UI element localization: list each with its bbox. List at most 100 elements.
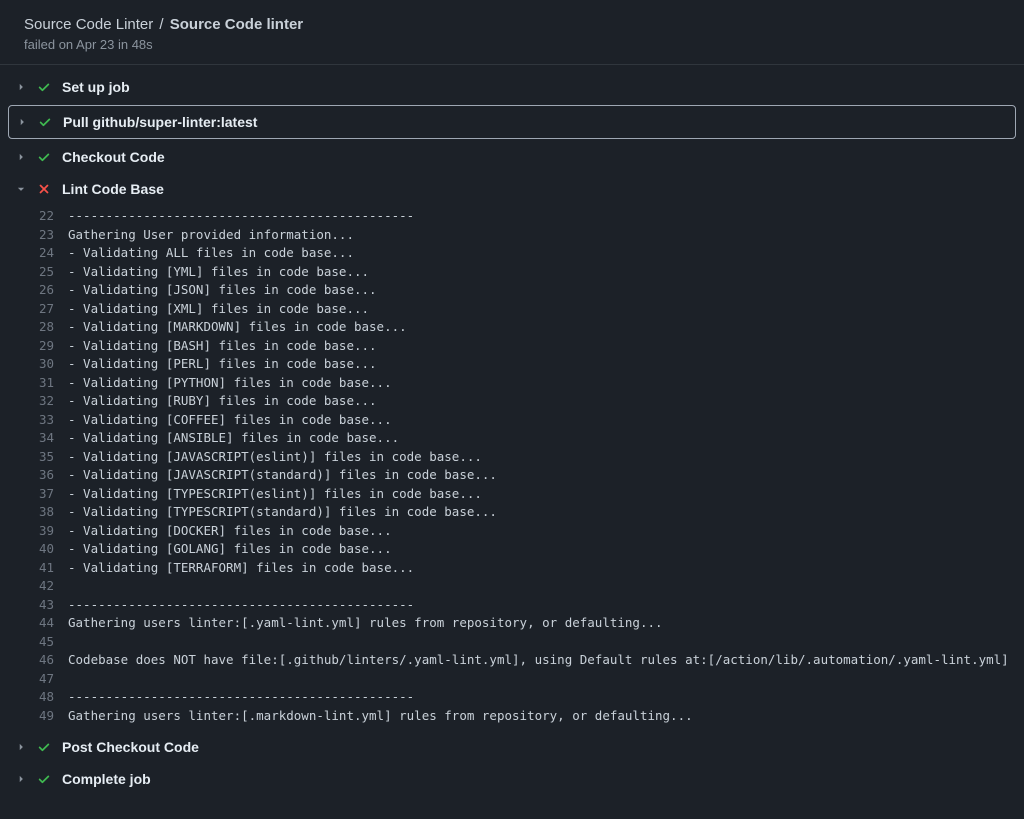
line-number: 32 [38, 392, 68, 411]
log-line[interactable]: 43--------------------------------------… [0, 596, 1024, 615]
x-icon [36, 181, 52, 197]
log-line[interactable]: 41- Validating [TERRAFORM] files in code… [0, 559, 1024, 578]
check-icon [36, 739, 52, 755]
log-line[interactable]: 47 [0, 670, 1024, 689]
log-line[interactable]: 39- Validating [DOCKER] files in code ba… [0, 522, 1024, 541]
step-row[interactable]: Complete job [0, 763, 1024, 795]
step-label: Pull github/super-linter:latest [63, 114, 1007, 130]
line-text: Gathering users linter:[.yaml-lint.yml] … [68, 614, 663, 633]
log-line[interactable]: 45 [0, 633, 1024, 652]
breadcrumb-parent[interactable]: Source Code Linter [24, 16, 153, 33]
log-line[interactable]: 34- Validating [ANSIBLE] files in code b… [0, 429, 1024, 448]
log-line[interactable]: 23Gathering User provided information... [0, 226, 1024, 245]
line-text: - Validating [ANSIBLE] files in code bas… [68, 429, 399, 448]
step-row[interactable]: Set up job [0, 71, 1024, 103]
line-text: - Validating [JSON] files in code base..… [68, 281, 377, 300]
step-label: Lint Code Base [62, 181, 1014, 197]
log-line[interactable]: 32- Validating [RUBY] files in code base… [0, 392, 1024, 411]
line-number: 47 [38, 670, 68, 689]
chevron-right-icon [16, 774, 26, 784]
log-line[interactable]: 36- Validating [JAVASCRIPT(standard)] fi… [0, 466, 1024, 485]
line-number: 41 [38, 559, 68, 578]
check-icon [36, 79, 52, 95]
line-text: - Validating [TYPESCRIPT(standard)] file… [68, 503, 497, 522]
line-number: 42 [38, 577, 68, 596]
step-row[interactable]: Pull github/super-linter:latest [8, 105, 1016, 139]
log-line[interactable]: 25- Validating [YML] files in code base.… [0, 263, 1024, 282]
log-line[interactable]: 48--------------------------------------… [0, 688, 1024, 707]
breadcrumb: Source Code Linter / Source Code linter [24, 16, 1000, 33]
line-number: 35 [38, 448, 68, 467]
log-line[interactable]: 22--------------------------------------… [0, 207, 1024, 226]
log-line[interactable]: 35- Validating [JAVASCRIPT(eslint)] file… [0, 448, 1024, 467]
breadcrumb-title: Source Code linter [170, 16, 303, 33]
log-line[interactable]: 49Gathering users linter:[.markdown-lint… [0, 707, 1024, 726]
line-text: Gathering users linter:[.markdown-lint.y… [68, 707, 693, 726]
page-header: Source Code Linter / Source Code linter … [0, 0, 1024, 64]
line-number: 33 [38, 411, 68, 430]
line-text: Gathering User provided information... [68, 226, 354, 245]
line-text: - Validating [BASH] files in code base..… [68, 337, 377, 356]
line-text: - Validating [COFFEE] files in code base… [68, 411, 392, 430]
log-line[interactable]: 46Codebase does NOT have file:[.github/l… [0, 651, 1024, 670]
line-number: 48 [38, 688, 68, 707]
log-line[interactable]: 31- Validating [PYTHON] files in code ba… [0, 374, 1024, 393]
check-icon [36, 771, 52, 787]
log-line[interactable]: 40- Validating [GOLANG] files in code ba… [0, 540, 1024, 559]
line-text: - Validating [PYTHON] files in code base… [68, 374, 392, 393]
log-line[interactable]: 33- Validating [COFFEE] files in code ba… [0, 411, 1024, 430]
line-number: 31 [38, 374, 68, 393]
log-line[interactable]: 26- Validating [JSON] files in code base… [0, 281, 1024, 300]
log-output: 22 --------------------------------------… [0, 205, 1024, 731]
log-line[interactable]: 24- Validating ALL files in code base... [0, 244, 1024, 263]
line-number: 28 [38, 318, 68, 337]
log-line[interactable]: 27- Validating [XML] files in code base.… [0, 300, 1024, 319]
line-number: 24 [38, 244, 68, 263]
line-number: 46 [38, 651, 68, 670]
breadcrumb-separator: / [157, 16, 165, 33]
log-line[interactable]: 37- Validating [TYPESCRIPT(eslint)] file… [0, 485, 1024, 504]
line-number: 49 [38, 707, 68, 726]
log-line[interactable]: 29- Validating [BASH] files in code base… [0, 337, 1024, 356]
line-text: - Validating [GOLANG] files in code base… [68, 540, 392, 559]
line-number: 43 [38, 596, 68, 615]
step-label: Set up job [62, 79, 1014, 95]
line-number: 36 [38, 466, 68, 485]
log-line[interactable]: 28- Validating [MARKDOWN] files in code … [0, 318, 1024, 337]
chevron-right-icon [16, 82, 26, 92]
run-status-line: failed on Apr 23 in 48s [24, 37, 1000, 52]
line-text: - Validating [PERL] files in code base..… [68, 355, 377, 374]
line-text: - Validating [TYPESCRIPT(eslint)] files … [68, 485, 482, 504]
line-number: 25 [38, 263, 68, 282]
line-text: - Validating ALL files in code base... [68, 244, 354, 263]
line-number: 27 [38, 300, 68, 319]
step-label: Complete job [62, 771, 1014, 787]
line-number: 44 [38, 614, 68, 633]
step-row[interactable]: Checkout Code [0, 141, 1024, 173]
step-row[interactable]: Post Checkout Code [0, 731, 1024, 763]
line-number: 22 [38, 207, 68, 226]
line-text: - Validating [YML] files in code base... [68, 263, 369, 282]
check-icon [36, 149, 52, 165]
line-text: - Validating [TERRAFORM] files in code b… [68, 559, 414, 578]
log-line[interactable]: 42 [0, 577, 1024, 596]
log-line[interactable]: 44Gathering users linter:[.yaml-lint.yml… [0, 614, 1024, 633]
line-text: - Validating [JAVASCRIPT(standard)] file… [68, 466, 497, 485]
line-text: - Validating [RUBY] files in code base..… [68, 392, 377, 411]
line-text: ----------------------------------------… [68, 596, 414, 615]
step-row[interactable]: Lint Code Base [0, 173, 1024, 205]
chevron-down-icon [16, 184, 26, 194]
log-line[interactable]: 38- Validating [TYPESCRIPT(standard)] fi… [0, 503, 1024, 522]
chevron-right-icon [16, 152, 26, 162]
line-number: 30 [38, 355, 68, 374]
line-text: ----------------------------------------… [68, 688, 414, 707]
line-number: 23 [38, 226, 68, 245]
steps-list: Set up job Pull github/super-linter:lates… [0, 65, 1024, 795]
log-line[interactable]: 30- Validating [PERL] files in code base… [0, 355, 1024, 374]
line-number: 39 [38, 522, 68, 541]
line-text: - Validating [DOCKER] files in code base… [68, 522, 392, 541]
step-label: Post Checkout Code [62, 739, 1014, 755]
line-number: 45 [38, 633, 68, 652]
line-number: 29 [38, 337, 68, 356]
line-number: 26 [38, 281, 68, 300]
